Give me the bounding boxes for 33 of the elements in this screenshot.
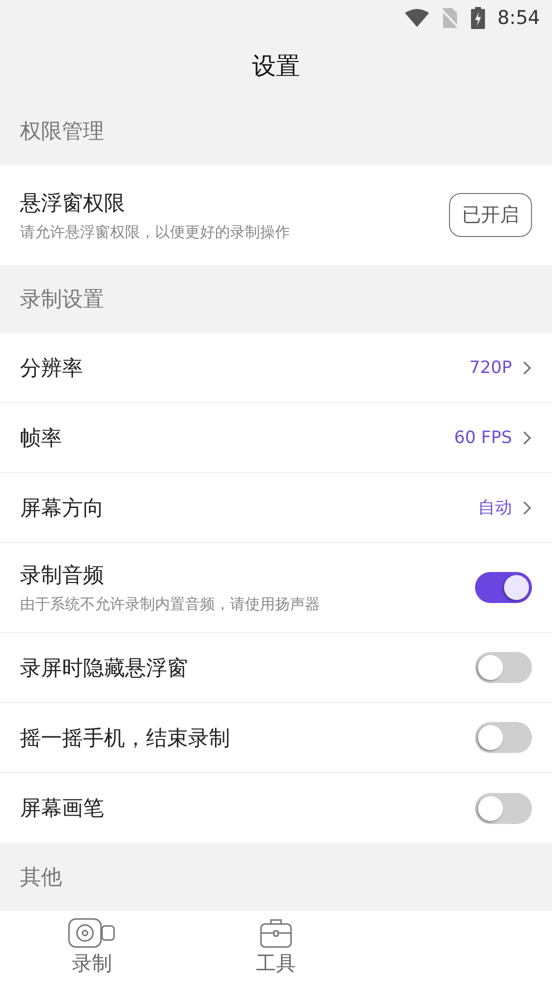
setting-description: 请允许悬浮窗权限，以便更好的录制操作 — [20, 222, 291, 242]
setting-title: 录制音频 — [20, 562, 105, 590]
setting-value[interactable]: 720P — [469, 358, 512, 378]
camera-icon — [68, 918, 116, 948]
setting-title: 分辨率 — [20, 354, 84, 382]
setting-title: 屏幕方向 — [20, 494, 105, 522]
page-title: 设置 — [252, 51, 300, 82]
nav-tab[interactable]: 工具 — [184, 911, 368, 983]
chevron-right-icon — [522, 360, 532, 376]
toggle-switch[interactable] — [475, 652, 532, 684]
permission-button[interactable]: 已开启 — [449, 193, 532, 238]
toggle-switch[interactable] — [475, 572, 532, 604]
chevron-right-icon — [522, 500, 532, 516]
chevron-right-icon — [522, 430, 532, 446]
nav-tab[interactable]: 录制 — [0, 911, 184, 983]
section-header: 录制设置 — [20, 286, 104, 314]
toggle-switch[interactable] — [475, 722, 532, 754]
setting-value[interactable]: 60 FPS — [454, 428, 512, 448]
setting-title: 帧率 — [20, 424, 63, 452]
setting-title: 悬浮窗权限 — [20, 190, 126, 217]
setting-title: 摇一摇手机，结束录制 — [20, 724, 231, 752]
clock-time: 8:54 — [497, 6, 540, 29]
setting-title: 录屏时隐藏悬浮窗 — [20, 654, 189, 682]
briefcase-icon — [260, 918, 292, 948]
battery-charging-icon — [471, 6, 486, 29]
wifi-icon — [405, 8, 430, 27]
setting-value[interactable]: 自动 — [478, 496, 512, 520]
section-header: 权限管理 — [20, 118, 104, 146]
setting-title: 屏幕画笔 — [20, 795, 105, 822]
setting-description: 由于系统不允许录制内置音频，请使用扬声器 — [20, 595, 321, 614]
section-header: 其他 — [20, 864, 62, 892]
no-sim-icon — [441, 8, 460, 28]
toggle-switch[interactable] — [475, 792, 532, 824]
